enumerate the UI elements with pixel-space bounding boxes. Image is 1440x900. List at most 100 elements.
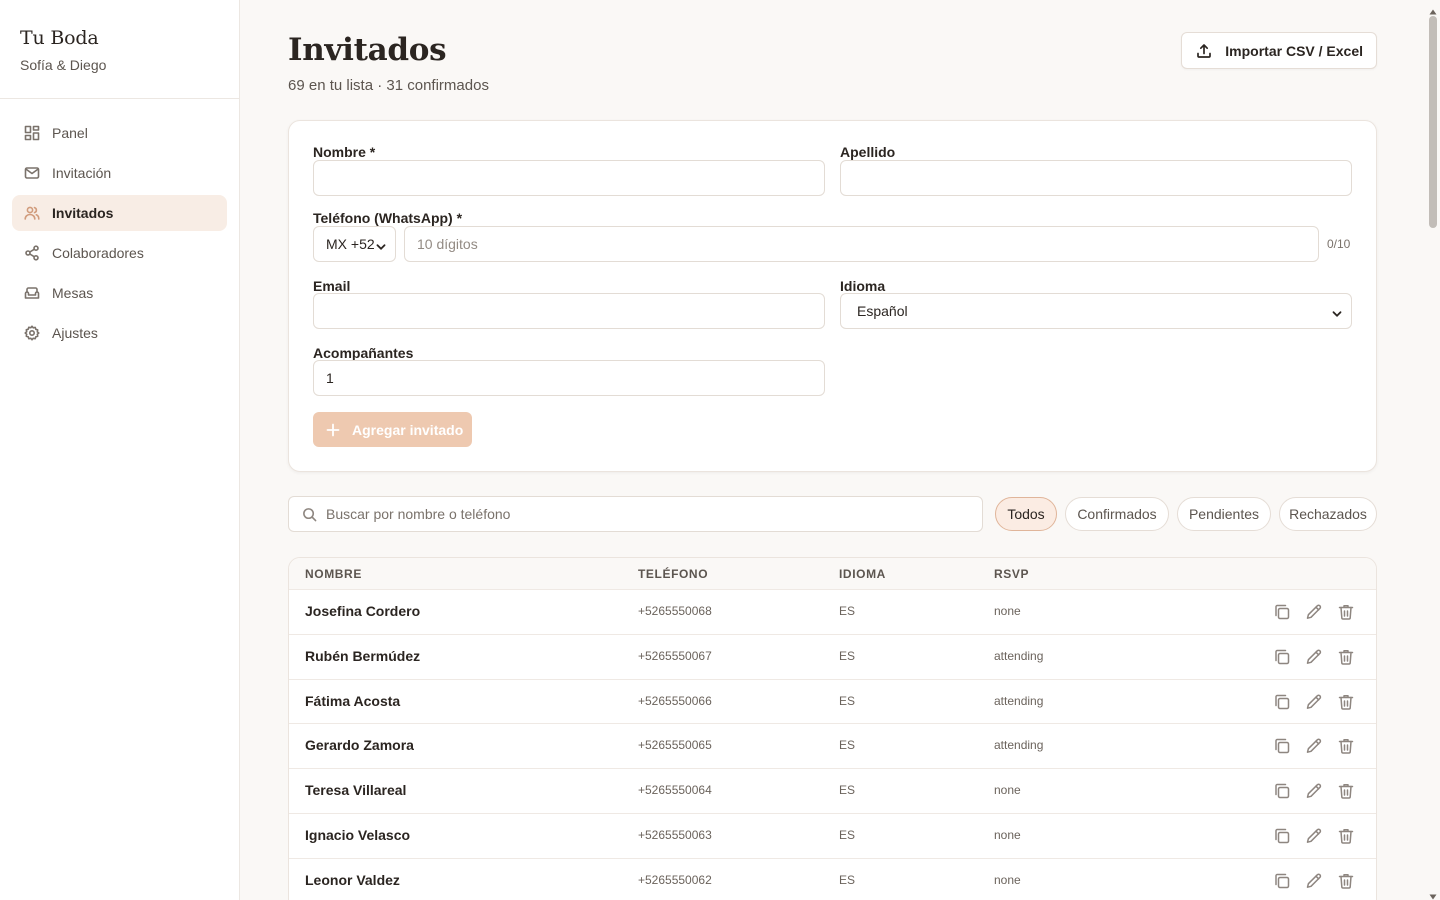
trash-icon[interactable] [1337, 782, 1355, 800]
sidebar-item-colaboradores[interactable]: Colaboradores [12, 235, 227, 271]
scrollbar-thumb[interactable] [1429, 16, 1437, 228]
guest-language: ES [839, 604, 856, 618]
trash-icon[interactable] [1337, 827, 1355, 845]
copy-icon[interactable] [1273, 603, 1291, 621]
filter-chip-rechazados[interactable]: Rechazados [1279, 497, 1377, 531]
gear-icon [24, 325, 40, 341]
column-header-idioma: IDIOMA [839, 567, 886, 581]
guest-language: ES [839, 872, 856, 887]
copy-icon[interactable] [1273, 872, 1291, 890]
chevron-down-icon [1332, 306, 1342, 317]
email-input[interactable] [313, 293, 825, 329]
copy-icon[interactable] [1273, 827, 1291, 845]
plus-icon [326, 423, 340, 436]
table-row: Leonor Valdez +5265550062 ES none [289, 859, 1376, 900]
filter-chip-confirmados[interactable]: Confirmados [1065, 497, 1169, 531]
idioma-value: Español [857, 303, 908, 319]
trash-icon[interactable] [1337, 648, 1355, 666]
trash-icon[interactable] [1337, 693, 1355, 711]
guest-rsvp: none [994, 827, 1021, 842]
filter-chip-todos[interactable]: Todos [995, 497, 1057, 531]
table-row: Rubén Bermúdez +5265550067 ES attending [289, 635, 1376, 680]
sidebar-item-label: Mesas [52, 285, 94, 301]
edit-icon[interactable] [1305, 782, 1323, 800]
guest-rsvp: attending [994, 693, 1044, 708]
email-label: Email [313, 278, 351, 294]
scroll-down-icon[interactable] [1429, 888, 1437, 900]
acompanantes-value: 1 [326, 370, 334, 386]
column-header-rsvp: RSVP [994, 567, 1030, 581]
sidebar-item-mesas[interactable]: Mesas [12, 275, 227, 311]
column-header-nombre: NOMBRE [305, 567, 362, 581]
table-body: Josefina Cordero +5265550068 ES none Rubén B… [289, 590, 1376, 900]
guest-name: Teresa Villareal [305, 782, 407, 799]
guest-language: ES [839, 648, 856, 663]
sidebar-item-label: Invitación [52, 165, 112, 181]
guest-language: ES [839, 827, 856, 842]
sidebar-item-invitados[interactable]: Invitados [12, 195, 227, 231]
row-actions [1273, 648, 1355, 666]
brand-title: Tu Boda [20, 27, 99, 49]
idioma-select[interactable]: Español [840, 293, 1352, 329]
table-row: Josefina Cordero +5265550068 ES none [289, 590, 1376, 635]
nombre-input[interactable] [313, 160, 825, 196]
sidebar-item-panel[interactable]: Panel [12, 115, 227, 151]
add-guest-button[interactable]: Agregar invitado [313, 412, 472, 447]
trash-icon[interactable] [1337, 872, 1355, 890]
guest-rsvp: none [994, 872, 1021, 887]
edit-icon[interactable] [1305, 648, 1323, 666]
sidebar-item-ajustes[interactable]: Ajustes [12, 315, 227, 351]
guest-phone: +5265550064 [638, 783, 712, 798]
row-actions [1273, 872, 1355, 890]
copy-icon[interactable] [1273, 737, 1291, 755]
sidebar: Tu Boda Sofía & Diego Panel Invitación I… [0, 0, 240, 900]
edit-icon[interactable] [1305, 737, 1323, 755]
add-guest-label: Agregar invitado [352, 421, 464, 438]
row-actions [1273, 693, 1355, 711]
page-scrollbar[interactable] [1426, 0, 1440, 900]
copy-icon[interactable] [1273, 648, 1291, 666]
search-input[interactable]: Buscar por nombre o teléfono [288, 496, 983, 532]
telefono-input[interactable]: 10 dígitos [404, 226, 1319, 262]
table-row: Gerardo Zamora +5265550065 ES attending [289, 724, 1376, 770]
scroll-up-icon[interactable] [1429, 3, 1437, 15]
trash-icon[interactable] [1337, 737, 1355, 755]
add-guest-form: Nombre * Apellido Teléfono (WhatsApp) * … [288, 120, 1377, 472]
guest-name: Rubén Bermúdez [305, 647, 421, 664]
row-actions [1273, 827, 1355, 845]
share-icon [25, 245, 39, 261]
row-actions [1273, 782, 1355, 800]
chevron-down-icon [376, 239, 386, 250]
country-code-select[interactable]: MX +52 [313, 226, 396, 262]
sidebar-item-invitacion[interactable]: Invitación [12, 155, 227, 191]
apellido-input[interactable] [840, 160, 1352, 196]
trash-icon[interactable] [1337, 603, 1355, 621]
guests-table: NOMBRE TELÉFONO IDIOMA RSVP Josefina Cor… [288, 557, 1377, 900]
brand-subtitle: Sofía & Diego [20, 57, 107, 73]
guest-rsvp: none [994, 783, 1021, 798]
guest-rsvp: attending [994, 738, 1044, 753]
guest-phone: +5265550068 [638, 604, 712, 618]
telefono-label: Teléfono (WhatsApp) * [313, 210, 463, 226]
guest-language: ES [839, 738, 856, 753]
idioma-label: Idioma [840, 278, 886, 294]
acompanantes-input[interactable]: 1 [313, 360, 825, 396]
page-title: Invitados [288, 32, 447, 68]
apellido-label: Apellido [840, 144, 896, 160]
filter-chip-pendientes[interactable]: Pendientes [1177, 497, 1271, 531]
brand: Tu Boda Sofía & Diego [0, 0, 239, 99]
import-csv-button[interactable]: Importar CSV / Excel [1181, 32, 1377, 69]
telefono-counter: 0/10 [1327, 237, 1351, 251]
country-code-value: MX +52 [326, 236, 375, 252]
edit-icon[interactable] [1305, 872, 1323, 890]
search-icon [303, 507, 317, 521]
dashboard-icon [24, 125, 40, 141]
edit-icon[interactable] [1305, 603, 1323, 621]
copy-icon[interactable] [1273, 782, 1291, 800]
sidebar-item-label: Ajustes [52, 325, 98, 341]
edit-icon[interactable] [1305, 693, 1323, 711]
copy-icon[interactable] [1273, 693, 1291, 711]
table-row: Ignacio Velasco +5265550063 ES none [289, 814, 1376, 859]
guest-name: Gerardo Zamora [305, 737, 414, 754]
edit-icon[interactable] [1305, 827, 1323, 845]
